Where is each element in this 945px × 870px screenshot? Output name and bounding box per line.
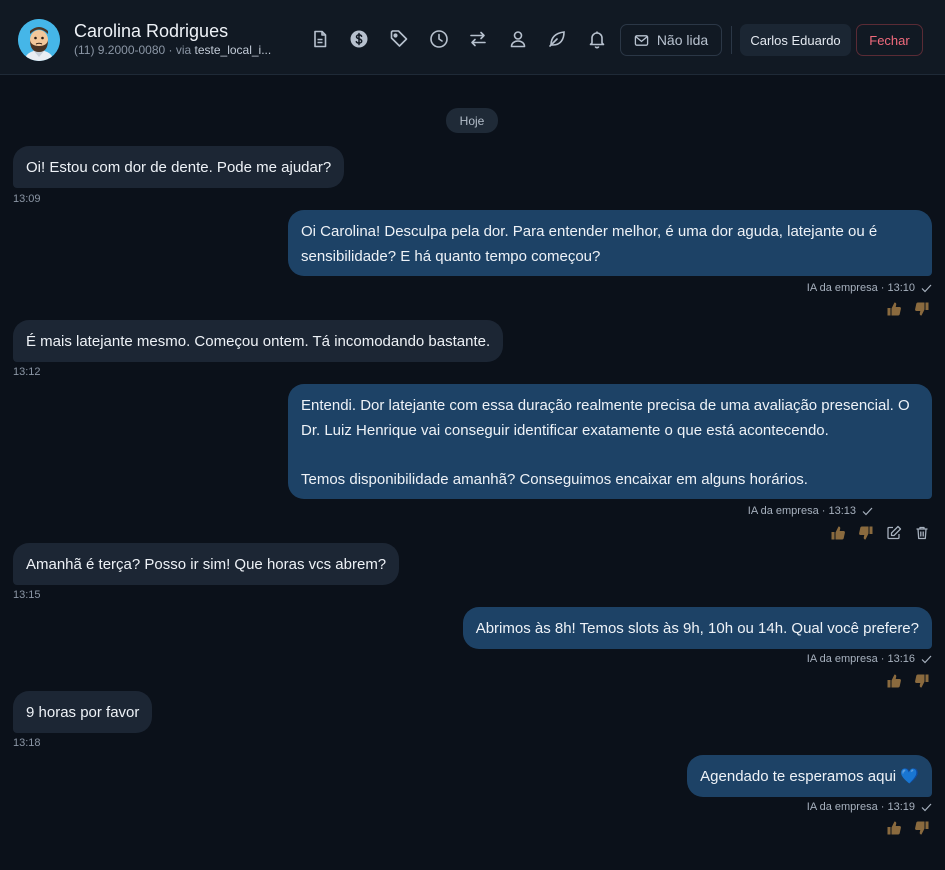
message-reactions bbox=[885, 672, 931, 690]
clock-icon[interactable] bbox=[428, 28, 450, 50]
message-text: Agendado te esperamos aqui bbox=[700, 768, 901, 785]
message-time: 13:18 bbox=[13, 737, 41, 749]
avatar[interactable] bbox=[18, 19, 60, 61]
message-reactions bbox=[885, 300, 931, 318]
header-divider bbox=[731, 26, 732, 54]
dollar-icon[interactable] bbox=[348, 28, 370, 50]
thumbs-down-icon[interactable] bbox=[913, 300, 931, 318]
contact-phone: (11) 9.2000-0080 · via bbox=[74, 43, 195, 57]
assigned-agent-button[interactable]: Carlos Eduardo bbox=[740, 24, 851, 56]
message-time: 13:15 bbox=[13, 589, 41, 601]
message-bubble-incoming[interactable]: É mais latejante mesmo. Começou ontem. T… bbox=[13, 320, 504, 362]
message-reactions bbox=[885, 819, 931, 837]
document-icon[interactable] bbox=[309, 28, 331, 50]
message-meta-text: IA da empresa · 13:16 bbox=[806, 653, 915, 665]
mail-icon bbox=[634, 34, 649, 46]
contact-name: Carolina Rodrigues bbox=[74, 21, 229, 41]
message-meta: IA da empresa · 13:16 bbox=[807, 653, 932, 665]
leaf-icon[interactable] bbox=[546, 28, 568, 50]
day-separator: Hoje bbox=[446, 108, 498, 133]
trash-icon[interactable] bbox=[913, 524, 931, 542]
message-reactions bbox=[829, 524, 931, 542]
user-icon[interactable] bbox=[507, 28, 529, 50]
close-conversation-button[interactable]: Fechar bbox=[856, 24, 923, 56]
check-icon bbox=[921, 655, 932, 663]
mark-unread-label: Não lida bbox=[656, 32, 709, 48]
thumbs-up-icon[interactable] bbox=[885, 819, 903, 837]
thumbs-up-icon[interactable] bbox=[829, 524, 847, 542]
message-bubble-outgoing[interactable]: Entendi. Dor latejante com essa duração … bbox=[288, 384, 932, 499]
message-time: 13:09 bbox=[13, 193, 41, 205]
check-icon bbox=[921, 803, 932, 811]
message-meta-text: IA da empresa · 13:13 bbox=[747, 505, 856, 517]
bell-icon[interactable] bbox=[586, 28, 608, 50]
thumbs-down-icon[interactable] bbox=[913, 672, 931, 690]
message-meta-text: IA da empresa · 13:10 bbox=[806, 282, 915, 294]
contact-subtitle: (11) 9.2000-0080 · via teste_local_i... bbox=[74, 43, 271, 57]
message-bubble-outgoing[interactable]: Oi Carolina! Desculpa pela dor. Para ent… bbox=[288, 210, 932, 276]
message-bubble-incoming[interactable]: 9 horas por favor bbox=[13, 691, 153, 733]
blue-heart-emoji: 💙 bbox=[900, 768, 919, 785]
chat-header: Carolina Rodrigues (11) 9.2000-0080 · vi… bbox=[0, 0, 945, 75]
message-bubble-incoming[interactable]: Oi! Estou com dor de dente. Pode me ajud… bbox=[13, 146, 345, 188]
message-bubble-outgoing[interactable]: Abrimos às 8h! Temos slots às 9h, 10h ou… bbox=[462, 607, 932, 649]
contact-channel: teste_local_i... bbox=[194, 43, 272, 57]
tag-icon[interactable] bbox=[388, 28, 410, 50]
check-icon bbox=[862, 507, 873, 515]
message-meta-text: IA da empresa · 13:19 bbox=[806, 801, 915, 813]
message-meta: IA da empresa · 13:13 bbox=[748, 505, 873, 517]
message-time: 13:12 bbox=[13, 366, 41, 378]
transfer-icon[interactable] bbox=[467, 28, 489, 50]
check-icon bbox=[921, 284, 932, 292]
mark-unread-button[interactable]: Não lida bbox=[620, 24, 722, 56]
message-bubble-outgoing[interactable]: Agendado te esperamos aqui 💙 bbox=[687, 755, 932, 797]
message-meta: IA da empresa · 13:10 bbox=[807, 282, 932, 294]
thumbs-up-icon[interactable] bbox=[885, 300, 903, 318]
message-meta: IA da empresa · 13:19 bbox=[807, 801, 932, 813]
thumbs-down-icon[interactable] bbox=[857, 524, 875, 542]
message-bubble-incoming[interactable]: Amanhã é terça? Posso ir sim! Que horas … bbox=[13, 543, 400, 585]
thumbs-down-icon[interactable] bbox=[913, 819, 931, 837]
thumbs-up-icon[interactable] bbox=[885, 672, 903, 690]
edit-icon[interactable] bbox=[885, 524, 903, 542]
